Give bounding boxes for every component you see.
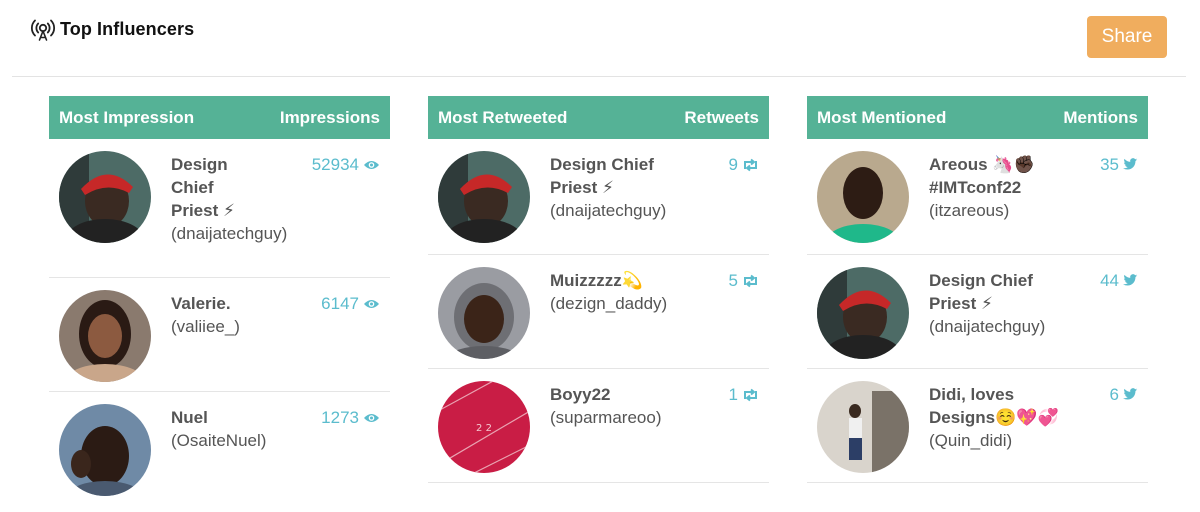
count-value: 44 <box>1100 271 1119 290</box>
twitter-bird-icon <box>1123 388 1138 400</box>
user-handle[interactable]: (dnaijatechguy) <box>171 224 287 243</box>
panel-title: Most Retweeted <box>438 107 568 127</box>
avatar[interactable] <box>817 151 909 243</box>
retweet-icon <box>744 158 757 171</box>
user-name: Design Chief Priest ⚡ (dnaijatechguy) <box>929 269 1049 338</box>
list-item[interactable]: Design Chief Priest ⚡ (dnaijatechguy) 9 <box>428 139 769 255</box>
count-value: 52934 <box>311 155 359 174</box>
user-handle[interactable]: (dezign_daddy) <box>550 294 667 313</box>
user-handle[interactable]: (OsaiteNuel) <box>171 431 266 450</box>
avatar[interactable] <box>438 267 530 359</box>
user-handle[interactable]: (dnaijatechguy) <box>929 317 1045 336</box>
broadcast-icon <box>31 19 55 41</box>
twitter-bird-icon <box>1123 158 1138 170</box>
user-handle[interactable]: (suparmareoo) <box>550 408 662 427</box>
avatar[interactable]: 2 2 <box>438 381 530 473</box>
user-name: Design Chief Priest ⚡ (dnaijatechguy) <box>550 153 670 222</box>
retweet-icon <box>744 274 757 287</box>
eye-icon <box>364 413 379 422</box>
avatar[interactable] <box>438 151 530 243</box>
list-item[interactable]: Design Chief Priest ⚡ (dnaijatechguy) 52… <box>49 139 390 278</box>
eye-icon <box>364 160 379 169</box>
share-button[interactable]: Share <box>1087 16 1167 58</box>
user-name: Design Chief Priest ⚡ (dnaijatechguy) <box>171 153 287 245</box>
impression-count: 52934 <box>312 153 380 176</box>
metric-header: Mentions <box>1063 107 1138 127</box>
user-handle[interactable]: (valiiee_) <box>171 317 240 336</box>
user-name: Areous 🦄✊🏿 #IMTconf22 (itzareous) <box>929 153 1049 222</box>
panel-header: Most Impression Impressions <box>49 96 390 139</box>
display-name: Design Chief Priest ⚡ <box>171 155 235 220</box>
list-item[interactable]: Muizzzzz💫 (dezign_daddy) 5 <box>428 255 769 369</box>
display-name: Didi, loves Designs☺️💖💞 <box>929 385 1059 427</box>
retweet-count: 9 <box>729 153 759 176</box>
most-impression-panel: Most Impression Impressions Design Chief… <box>49 96 390 512</box>
retweet-icon <box>744 388 757 401</box>
avatar[interactable] <box>817 267 909 359</box>
avatar[interactable] <box>59 151 151 243</box>
count-value: 6 <box>1109 385 1119 404</box>
display-name: Valerie. <box>171 294 231 313</box>
list-item[interactable]: Valerie. (valiiee_) 6147 <box>49 278 390 392</box>
impression-count: 6147 <box>321 292 380 315</box>
list-item[interactable]: 2 2 Boyy22 (suparmareoo) 1 <box>428 369 769 483</box>
user-handle[interactable]: (itzareous) <box>929 201 1009 220</box>
most-retweeted-panel: Most Retweeted Retweets Design Chief Pri… <box>428 96 769 483</box>
header-divider <box>12 76 1186 77</box>
most-mentioned-panel: Most Mentioned Mentions Areous 🦄✊🏿 #IMTc… <box>807 96 1148 483</box>
display-name: Design Chief Priest ⚡ <box>929 271 1033 313</box>
impression-count: 1273 <box>321 406 380 429</box>
user-handle[interactable]: (dnaijatechguy) <box>550 201 666 220</box>
avatar[interactable] <box>817 381 909 473</box>
user-name: Valerie. (valiiee_) <box>171 292 291 338</box>
svg-text:2 2: 2 2 <box>476 423 492 434</box>
display-name: Boyy22 <box>550 385 611 404</box>
display-name: Design Chief Priest ⚡ <box>550 155 654 197</box>
panel-header: Most Mentioned Mentions <box>807 96 1148 139</box>
page-header: Top Influencers Share <box>0 0 1200 76</box>
mention-count: 35 <box>1100 153 1138 176</box>
panel-title: Most Impression <box>59 107 195 127</box>
title-group: Top Influencers <box>30 16 194 42</box>
eye-icon <box>364 299 379 308</box>
user-name: Muizzzzz💫 (dezign_daddy) <box>550 269 670 315</box>
list-item[interactable]: Design Chief Priest ⚡ (dnaijatechguy) 44 <box>807 255 1148 369</box>
user-handle[interactable]: (Quin_didi) <box>929 431 1012 450</box>
avatar[interactable] <box>59 290 151 382</box>
page-title: Top Influencers <box>60 18 195 39</box>
display-name: Nuel <box>171 408 208 427</box>
retweet-count: 1 <box>729 383 759 406</box>
retweet-count: 5 <box>729 269 759 292</box>
user-name: Didi, loves Designs☺️💖💞 (Quin_didi) <box>929 383 1059 452</box>
metric-header: Impressions <box>279 107 380 127</box>
count-value: 1273 <box>321 408 359 427</box>
panel-header: Most Retweeted Retweets <box>428 96 769 139</box>
count-value: 1 <box>728 385 738 404</box>
list-item[interactable]: Didi, loves Designs☺️💖💞 (Quin_didi) 6 <box>807 369 1148 483</box>
count-value: 5 <box>728 271 738 290</box>
count-value: 35 <box>1100 155 1119 174</box>
panel-title: Most Mentioned <box>817 107 947 127</box>
mention-count: 44 <box>1100 269 1138 292</box>
list-item[interactable]: Nuel (OsaiteNuel) 1273 <box>49 392 390 512</box>
count-value: 6147 <box>321 294 359 313</box>
user-name: Nuel (OsaiteNuel) <box>171 406 266 452</box>
user-name: Boyy22 (suparmareoo) <box>550 383 670 429</box>
avatar[interactable] <box>59 404 151 496</box>
display-name: Muizzzzz💫 <box>550 271 643 290</box>
metric-header: Retweets <box>684 107 759 127</box>
list-item[interactable]: Areous 🦄✊🏿 #IMTconf22 (itzareous) 35 <box>807 139 1148 255</box>
display-name: Areous 🦄✊🏿 #IMTconf22 <box>929 155 1035 197</box>
twitter-bird-icon <box>1123 274 1138 286</box>
mention-count: 6 <box>1110 383 1138 406</box>
count-value: 9 <box>728 155 738 174</box>
